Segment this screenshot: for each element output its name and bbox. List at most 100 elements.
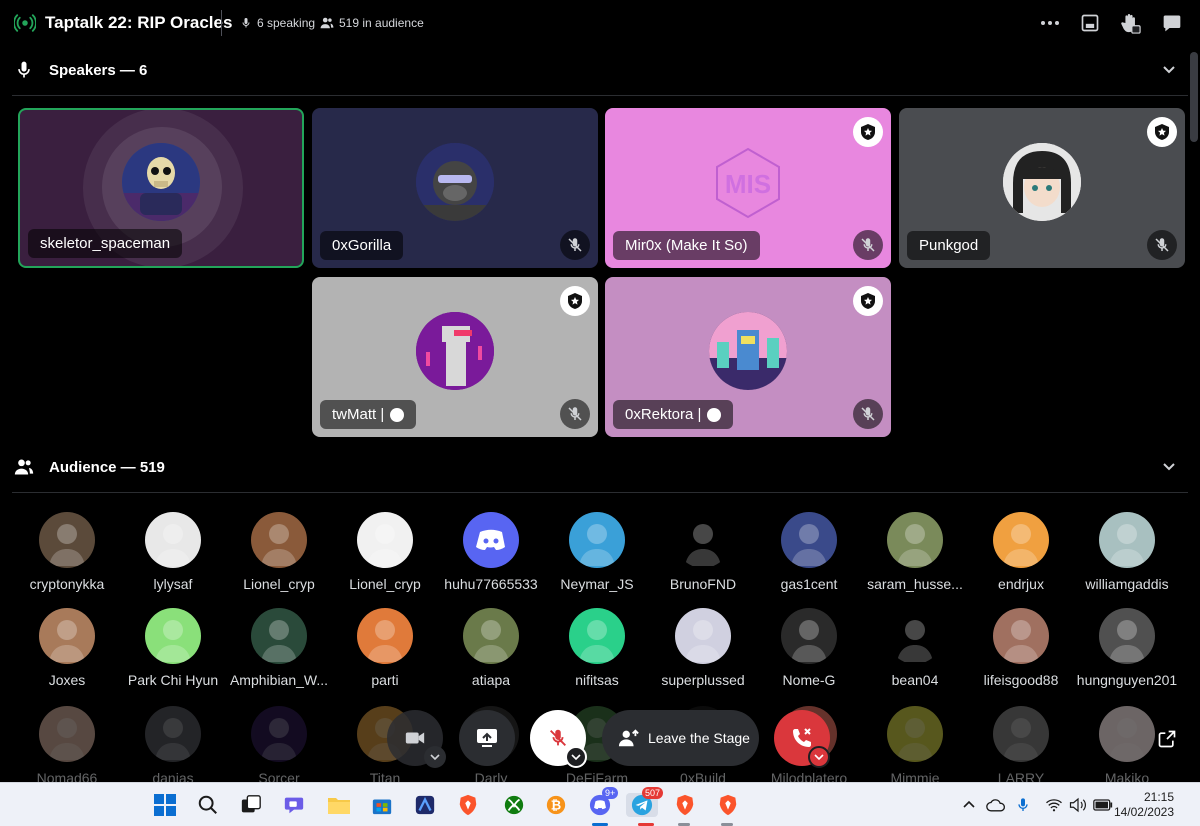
taskbar-search-button[interactable]	[196, 793, 220, 817]
speakers-divider	[12, 95, 1188, 96]
audience-member[interactable]: superplussed	[650, 608, 756, 688]
show-hidden-icons-button[interactable]	[961, 793, 977, 817]
microphone-icon	[18, 61, 30, 78]
start-button[interactable]	[153, 793, 177, 817]
taskbar-app-editor[interactable]	[413, 793, 437, 817]
wifi-icon	[1046, 799, 1062, 812]
chevron-down-icon	[430, 754, 440, 761]
user-avatar-icon	[155, 620, 191, 662]
microphone-icon	[242, 18, 250, 28]
audience-member[interactable]: lifeisgood88	[968, 608, 1074, 688]
popout-stage-button[interactable]	[1153, 725, 1181, 753]
taskbar-app-chat[interactable]	[282, 793, 306, 817]
speaker-tile[interactable]: 0xRektora |	[605, 277, 891, 437]
audience-section-header[interactable]: Audience — 519	[0, 447, 1190, 487]
avatar	[993, 512, 1049, 568]
camera-options-caret[interactable]	[424, 746, 446, 768]
audience-member[interactable]: BrunoFND	[650, 512, 756, 592]
mic-muted-icon	[1155, 238, 1169, 252]
audience-member[interactable]: Mimmie	[862, 706, 968, 786]
user-avatar-icon	[897, 718, 933, 760]
audience-member[interactable]: bean04	[862, 608, 968, 688]
taskbar-app-brave[interactable]	[456, 793, 480, 817]
battery-tray-icon[interactable]	[1091, 793, 1115, 817]
audience-member[interactable]: gas1cent	[756, 512, 862, 592]
taskbar-app-bitcoin[interactable]: ₿	[544, 793, 568, 817]
user-avatar-icon	[1109, 524, 1145, 566]
audience-member[interactable]: lylysaf	[120, 512, 226, 592]
audience-member[interactable]: Amphibian_W...	[226, 608, 332, 688]
speaker-name-text: skeletor_spaceman	[40, 235, 171, 252]
avatar	[39, 512, 95, 568]
taskbar-app-file-explorer[interactable]	[327, 793, 351, 817]
audience-member[interactable]: Park Chi Hyun	[120, 608, 226, 688]
audience-member[interactable]: williamgaddis	[1074, 512, 1180, 592]
audience-member[interactable]: LARRY	[968, 706, 1074, 786]
leave-stage-button[interactable]: Leave the Stage	[602, 710, 759, 766]
speaker-tile[interactable]: twMatt |	[312, 277, 598, 437]
microphone-options-caret[interactable]	[565, 746, 587, 768]
speaker-tile[interactable]: skeletor_spaceman	[18, 108, 304, 268]
speakers-section-title: Speakers — 6	[49, 62, 148, 79]
audience-member[interactable]: Lionel_cryp	[226, 512, 332, 592]
share-screen-button[interactable]	[459, 710, 515, 766]
audience-member[interactable]: danias	[120, 706, 226, 786]
taskbar-app-discord[interactable]: 9+	[588, 787, 619, 817]
speaker-name: Mir0x (Make It So)	[613, 231, 760, 260]
avatar	[675, 608, 731, 664]
audience-member[interactable]: cryptonykka	[14, 512, 120, 592]
svg-text:₿: ₿	[551, 798, 561, 813]
avatar	[416, 143, 494, 221]
windows-taskbar: ₿ 9+ 507 21:15 14/02/2023	[0, 782, 1200, 826]
audience-member[interactable]: Nomad66	[14, 706, 120, 786]
brave-browser-icon	[676, 794, 694, 816]
audience-member[interactable]: nifitsas	[544, 608, 650, 688]
avatar	[781, 608, 837, 664]
taskbar-clock[interactable]: 21:15 14/02/2023	[1114, 790, 1174, 820]
speaker-name: 0xRektora |	[613, 400, 734, 429]
disconnect-options-caret[interactable]	[808, 746, 830, 768]
scrollbar[interactable]	[1190, 52, 1198, 142]
speaker-tile[interactable]: 0xGorilla	[312, 108, 598, 268]
audience-member[interactable]: huhu77665533	[438, 512, 544, 592]
chat-button[interactable]	[1160, 11, 1184, 35]
request-to-speak-button[interactable]	[1118, 11, 1142, 35]
taskbar-app-telegram[interactable]: 507	[626, 787, 664, 817]
speakers-section-header[interactable]: Speakers — 6	[0, 50, 1190, 90]
windows-logo-icon	[154, 794, 176, 816]
avatar	[251, 608, 307, 664]
audience-member[interactable]: Sorcer	[226, 706, 332, 786]
wifi-tray-icon[interactable]	[1042, 793, 1066, 817]
speaker-tile[interactable]: Punkgod	[899, 108, 1185, 268]
task-view-button[interactable]	[239, 793, 263, 817]
avatar: MIS	[709, 143, 787, 221]
taskbar-app-brave-2[interactable]	[673, 793, 697, 817]
brave-browser-icon	[459, 794, 477, 816]
audience-member[interactable]: atiapa	[438, 608, 544, 688]
more-options-button[interactable]	[1038, 11, 1062, 35]
audience-member[interactable]: Nome-G	[756, 608, 862, 688]
volume-tray-icon[interactable]	[1066, 793, 1090, 817]
audience-member[interactable]: Joxes	[14, 608, 120, 688]
audience-member[interactable]: Neymar_JS	[544, 512, 650, 592]
speaker-tile[interactable]: MIS Mir0x (Make It So)	[605, 108, 891, 268]
microphone-tray-icon[interactable]	[1011, 793, 1035, 817]
audience-member[interactable]: hungnguyen201	[1074, 608, 1180, 688]
cloud-icon	[986, 799, 1005, 812]
audience-member[interactable]: saram_husse...	[862, 512, 968, 592]
audience-member[interactable]: Lionel_cryp	[332, 512, 438, 592]
onedrive-tray-icon[interactable]	[984, 793, 1008, 817]
speaking-count: 6 speaking	[240, 16, 315, 30]
moderator-badge	[853, 117, 883, 147]
audience-member[interactable]: endrjux	[968, 512, 1074, 592]
taskbar-app-xbox[interactable]	[502, 793, 526, 817]
popout-button[interactable]	[1078, 11, 1102, 35]
audience-member[interactable]: parti	[332, 608, 438, 688]
discord-logo-icon	[476, 529, 505, 550]
popout-window-icon	[1081, 14, 1099, 32]
stage-channel-icon	[14, 14, 36, 32]
avatar	[993, 706, 1049, 762]
taskbar-app-store[interactable]	[370, 793, 394, 817]
people-icon	[320, 17, 334, 29]
taskbar-app-brave-3[interactable]	[716, 793, 740, 817]
